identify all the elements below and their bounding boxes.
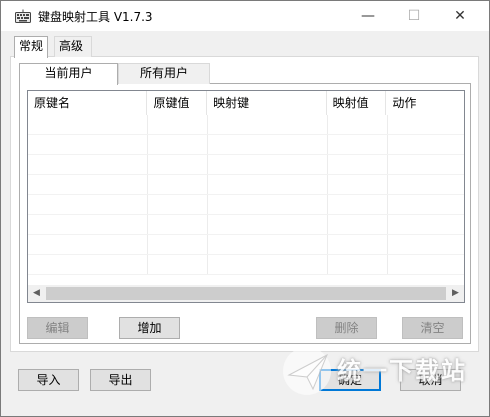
watermark: 统一下载站 [279,337,484,407]
minimize-icon: — [361,8,375,24]
tab-advanced[interactable]: 高级 [54,36,92,57]
tab-general[interactable]: 常规 [14,36,48,58]
tab-current-user[interactable]: 当前用户 [19,63,118,85]
window-title: 键盘映射工具 V1.7.3 [38,10,153,24]
table-row [28,135,464,155]
column-header-source-key-value[interactable]: 原键值 [147,91,208,115]
table-body [28,115,464,285]
column-header-source-key-name[interactable]: 原键名 [28,91,148,115]
close-button[interactable]: ✕ [437,1,483,31]
table-row [28,235,464,255]
table-row [28,115,464,135]
clear-button[interactable]: 清空 [402,317,463,339]
table-row [28,255,464,275]
tab-all-users[interactable]: 所有用户 [118,63,210,84]
keyboard-icon [15,9,31,23]
table-row [28,175,464,195]
table-row [28,215,464,235]
table-row [28,155,464,175]
minimize-button[interactable]: — [345,1,391,31]
close-icon: ✕ [454,8,466,24]
table-row [28,195,464,215]
add-button[interactable]: 增加 [119,317,180,339]
column-header-mapped-key[interactable]: 映射键 [207,91,327,115]
maximize-button[interactable]: ☐ [391,1,437,31]
scroll-right-icon[interactable]: ▶ [447,285,464,302]
watermark-text: 统一下载站 [337,357,467,385]
scrollbar-thumb[interactable] [46,287,446,300]
column-header-action[interactable]: 动作 [386,91,464,115]
paper-plane-logo-icon [283,347,331,395]
delete-button[interactable]: 删除 [316,317,377,339]
title-bar: 键盘映射工具 V1.7.3 — ☐ ✕ [1,1,489,31]
table-header: 原键名 原键值 映射键 映射值 动作 [28,91,464,115]
import-button[interactable]: 导入 [18,369,79,391]
scroll-left-icon[interactable]: ◀ [28,285,45,302]
export-button[interactable]: 导出 [90,369,151,391]
key-mapping-table[interactable]: 原键名 原键值 映射键 映射值 动作 ◀ ▶ [27,90,465,303]
column-header-mapped-value[interactable]: 映射值 [327,91,387,115]
maximize-icon: ☐ [407,8,421,24]
app-window: 键盘映射工具 V1.7.3 — ☐ ✕ 常规 高级 当前用户 所有用户 原键名 … [0,0,490,417]
edit-button[interactable]: 编辑 [27,317,88,339]
horizontal-scrollbar[interactable]: ◀ ▶ [28,285,464,302]
